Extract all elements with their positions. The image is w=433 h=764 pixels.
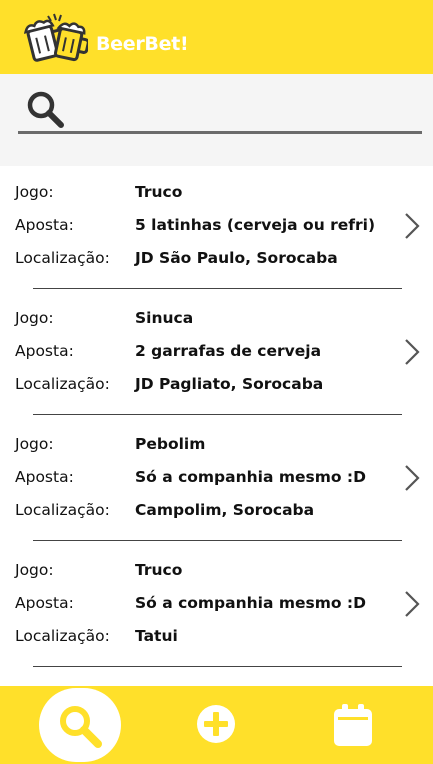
chevron-right-icon[interactable]	[400, 337, 424, 367]
search-underline	[18, 131, 422, 134]
search-icon[interactable]	[57, 703, 103, 749]
bet-value: 2 garrafas de cerveja	[135, 342, 322, 360]
game-label: Jogo:	[15, 309, 54, 327]
location-value: JD São Paulo, Sorocaba	[135, 249, 338, 267]
location-label: Localização:	[15, 249, 110, 267]
search-icon	[27, 91, 64, 128]
bet-label: Aposta:	[15, 468, 74, 486]
bet-value: 5 latinhas (cerveja ou refri)	[135, 216, 376, 234]
location-label: Localização:	[15, 501, 110, 519]
location-label: Localização:	[15, 375, 110, 393]
bet-value: Só a companhia mesmo :D	[135, 594, 366, 612]
bet-label: Aposta:	[15, 594, 74, 612]
game-value: Pebolim	[135, 435, 206, 453]
list-item[interactable]: Jogo: Truco Aposta: 5 latinhas (cerveja …	[0, 166, 433, 292]
list-item[interactable]: Jogo: Pebolim Aposta: Só a companhia mes…	[0, 418, 433, 544]
location-label: Localização:	[15, 627, 110, 645]
beer-mugs-logo	[24, 13, 88, 62]
list-item[interactable]: Jogo: Truco Aposta: Só a companhia mesmo…	[0, 544, 433, 670]
app-header: BeerBet!	[0, 0, 433, 74]
game-label: Jogo:	[15, 435, 54, 453]
bet-label: Aposta:	[15, 216, 74, 234]
add-circle-icon[interactable]	[196, 704, 236, 744]
game-label: Jogo:	[15, 561, 54, 579]
search-input[interactable]	[70, 88, 424, 130]
location-value: Tatui	[135, 627, 178, 645]
bet-value: Só a companhia mesmo :D	[135, 468, 366, 486]
list-item[interactable]: Jogo: Sinuca Aposta: 2 garrafas de cerve…	[0, 292, 433, 418]
game-label: Jogo:	[15, 183, 54, 201]
chevron-right-icon[interactable]	[400, 463, 424, 493]
chevron-right-icon[interactable]	[400, 211, 424, 241]
game-value: Sinuca	[135, 309, 194, 327]
divider	[33, 288, 402, 289]
calendar-icon[interactable]	[333, 703, 373, 747]
divider	[33, 540, 402, 541]
bet-label: Aposta:	[15, 342, 74, 360]
divider	[33, 414, 402, 415]
location-value: Campolim, Sorocaba	[135, 501, 315, 519]
game-value: Truco	[135, 183, 183, 201]
divider	[33, 666, 402, 667]
chevron-right-icon[interactable]	[400, 589, 424, 619]
location-value: JD Pagliato, Sorocaba	[135, 375, 324, 393]
app-title: BeerBet!	[96, 33, 189, 55]
game-value: Truco	[135, 561, 183, 579]
